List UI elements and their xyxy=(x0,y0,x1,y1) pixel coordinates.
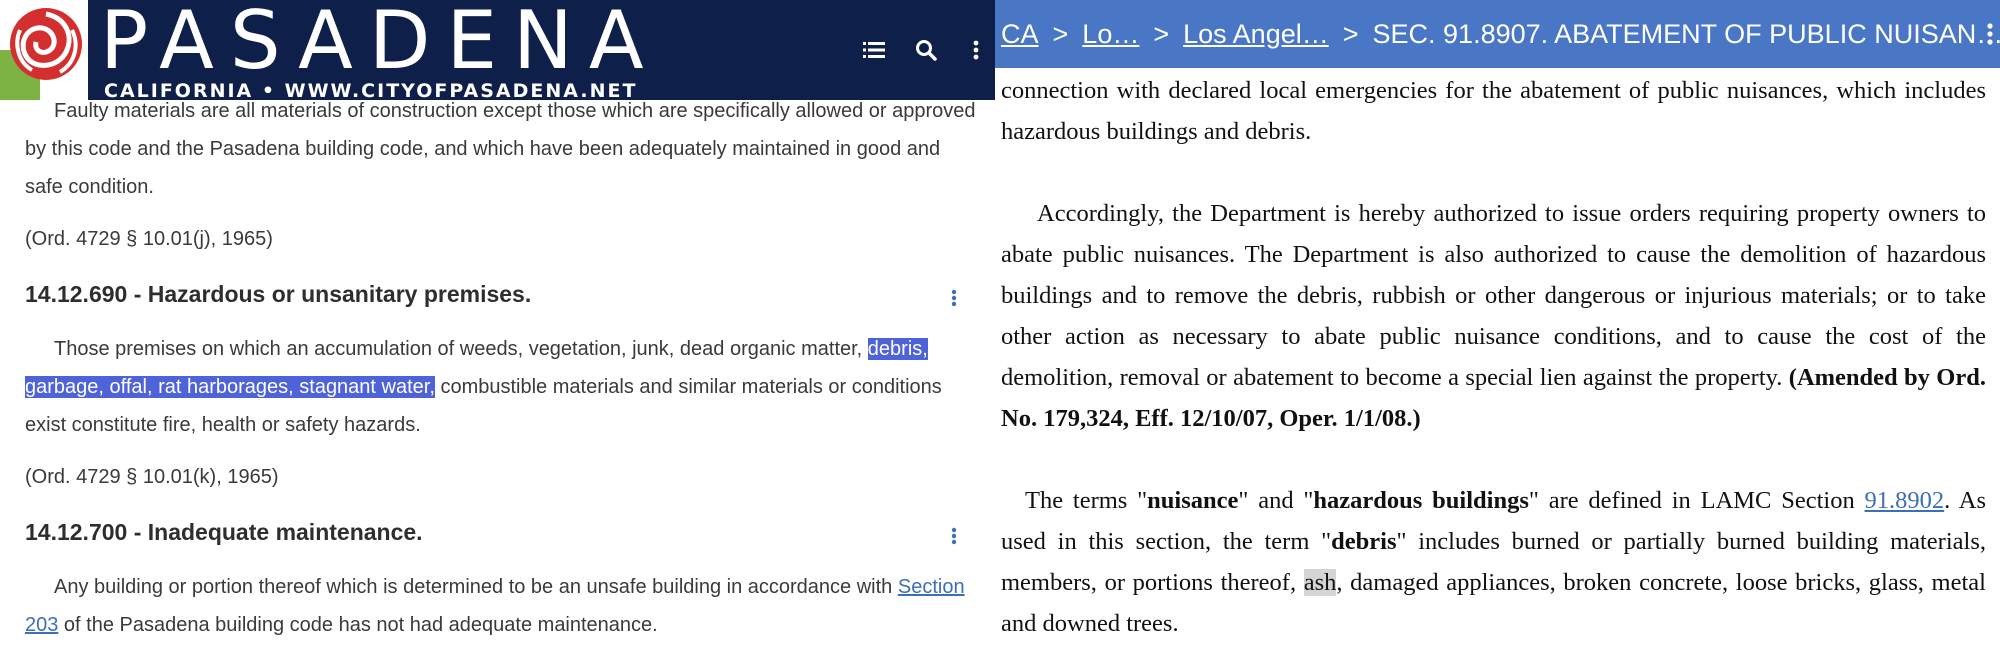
section-title: 14.12.690 - Hazardous or unsanitary prem… xyxy=(25,281,532,307)
term-hazardous-buildings: hazardous buildings xyxy=(1313,487,1529,514)
body-text: Those premises on which an accumulation … xyxy=(54,338,868,360)
section-more-icon[interactable] xyxy=(949,526,959,546)
section-690-body: Those premises on which an accumulation … xyxy=(25,330,977,444)
section-title: 14.12.700 - Inadequate maintenance. xyxy=(25,519,423,545)
ordinance-content: connection with declared local emergenci… xyxy=(1001,70,1986,665)
body-text: Any building or portion thereof which is… xyxy=(54,576,898,598)
section-more-icon[interactable] xyxy=(949,288,959,308)
more-vertical-icon[interactable] xyxy=(1986,22,1994,46)
intro-citation: (Ord. 4729 § 10.01(j), 1965) xyxy=(25,228,273,250)
code-content: Faulty materials are all materials of co… xyxy=(0,92,995,644)
paragraph-text: Accordingly, the Department is hereby au… xyxy=(1001,200,1986,391)
section-91-8902-link[interactable]: 91.8902 xyxy=(1865,487,1945,514)
section-heading-690: 14.12.690 - Hazardous or unsanitary prem… xyxy=(25,276,977,312)
breadcrumb-item[interactable]: Los Angel… xyxy=(1183,19,1329,50)
text: " and " xyxy=(1238,487,1314,514)
section-700-body: Any building or portion thereof which is… xyxy=(25,568,977,644)
breadcrumb-item[interactable]: CA xyxy=(1001,19,1039,50)
list-icon[interactable] xyxy=(860,36,888,64)
breadcrumb-current: SEC. 91.8907. ABATEMENT OF PUBLIC NUISAN… xyxy=(1372,18,2000,49)
paragraph-definitions: The terms "nuisance" and "hazardous buil… xyxy=(1001,480,1986,644)
site-subtitle: CALIFORNIA • WWW.CITYOFPASADENA.NET xyxy=(104,80,638,102)
breadcrumb-separator: > xyxy=(1052,18,1069,49)
search-icon[interactable] xyxy=(912,36,940,64)
breadcrumb-separator: > xyxy=(1153,18,1170,49)
intro-paragraph: Faulty materials are all materials of co… xyxy=(25,100,976,198)
body-text: of the Pasadena building code has not ha… xyxy=(58,614,658,636)
site-title[interactable]: PASADENA xyxy=(100,0,660,86)
text: The terms " xyxy=(1025,487,1148,514)
term-debris: debris xyxy=(1331,528,1397,555)
text: " are defined in LAMC Section xyxy=(1528,487,1865,514)
breadcrumb-item[interactable]: Lo… xyxy=(1082,19,1139,50)
term-nuisance: nuisance xyxy=(1147,487,1239,514)
left-browser-pane: PASADENA CALIFORNIA • WWW.CITYOFPASADENA… xyxy=(0,0,995,665)
highlighted-word-ash[interactable]: ash xyxy=(1303,569,1337,596)
section-heading-700: 14.12.700 - Inadequate maintenance. xyxy=(25,514,977,550)
pasadena-rose-logo[interactable] xyxy=(0,0,88,100)
paragraph-continuation: connection with declared local emergenci… xyxy=(1001,77,1986,145)
section-690-citation: (Ord. 4729 § 10.01(k), 1965) xyxy=(25,466,279,488)
more-vertical-icon[interactable] xyxy=(962,36,990,64)
pasadena-header: PASADENA CALIFORNIA • WWW.CITYOFPASADENA… xyxy=(0,0,995,102)
breadcrumb: CA > Lo… > Los Angel… > SEC. 91.8907. AB… xyxy=(995,0,2000,68)
paragraph-authorization: Accordingly, the Department is hereby au… xyxy=(1001,193,1986,439)
right-browser-pane: CA > Lo… > Los Angel… > SEC. 91.8907. AB… xyxy=(995,0,2000,665)
breadcrumb-separator: > xyxy=(1342,18,1359,49)
